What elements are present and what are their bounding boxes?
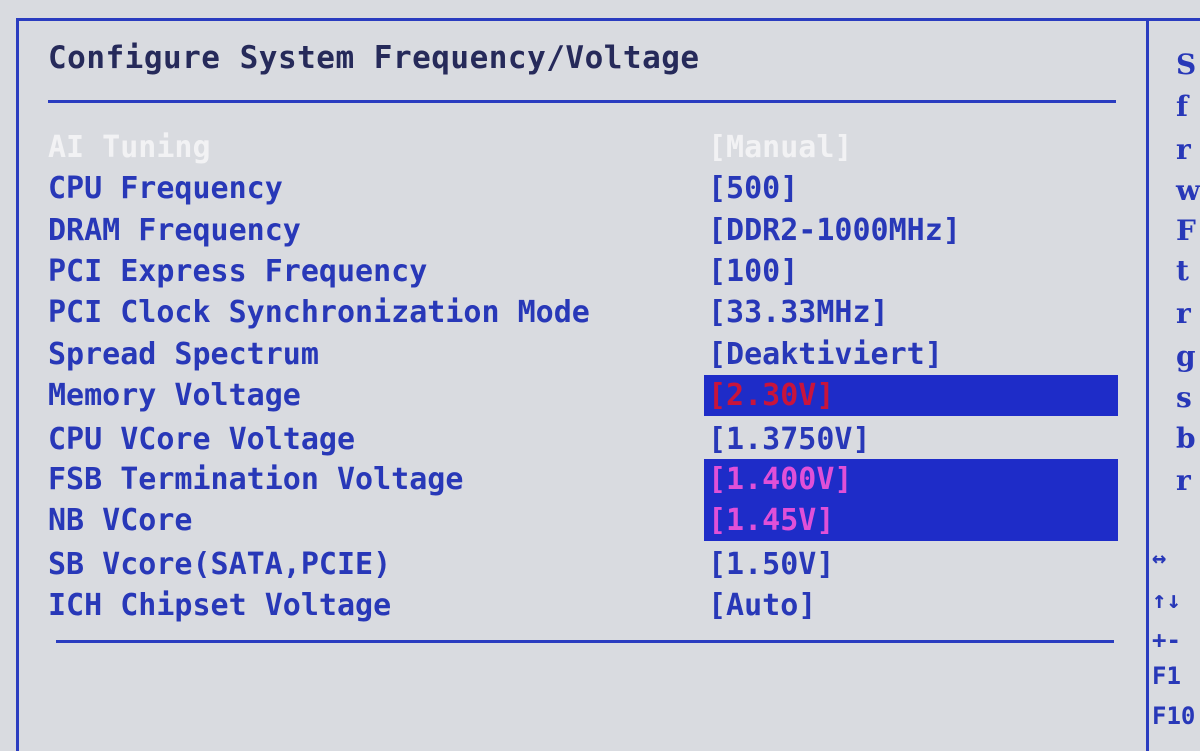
setting-value[interactable]: [1.50V] [708, 544, 834, 585]
page-title: Configure System Frequency/Voltage [48, 40, 700, 76]
setting-label: NB VCore [48, 503, 193, 538]
help-text-char: F [1176, 214, 1196, 247]
help-text-char: w [1176, 174, 1200, 207]
setting-label: PCI Express Frequency [48, 254, 428, 289]
bottom-divider [56, 640, 1114, 643]
setting-ai-tuning[interactable]: AI Tuning [Manual] [48, 127, 1118, 168]
help-text-char: g [1176, 340, 1196, 373]
setting-cpu-vcore-voltage[interactable]: CPU VCore Voltage [1.3750V] [48, 419, 1118, 460]
setting-cpu-frequency[interactable]: CPU Frequency [500] [48, 168, 1118, 209]
setting-pci-express-frequency[interactable]: PCI Express Frequency [100] [48, 251, 1118, 292]
setting-pci-clock-sync[interactable]: PCI Clock Synchronization Mode [33.33MHz… [48, 292, 1118, 333]
setting-value[interactable]: [1.400V] [708, 459, 853, 500]
setting-value[interactable]: [Deaktiviert] [708, 334, 943, 375]
nav-select-item-icon: ↑↓ [1152, 586, 1181, 614]
setting-label: CPU VCore Voltage [48, 422, 356, 457]
setting-value[interactable]: [100] [708, 251, 798, 292]
setting-sb-vcore[interactable]: SB Vcore(SATA,PCIE) [1.50V] [48, 544, 1118, 585]
help-text-char: r [1176, 297, 1191, 330]
help-text-char: t [1176, 254, 1189, 287]
setting-fsb-termination-voltage[interactable]: FSB Termination Voltage [1.400V] [48, 459, 1118, 500]
setting-value[interactable]: [500] [708, 168, 798, 209]
setting-memory-voltage[interactable]: Memory Voltage [2.30V] [48, 375, 1118, 416]
setting-label: FSB Termination Voltage [48, 462, 464, 497]
setting-label: DRAM Frequency [48, 213, 301, 248]
setting-dram-frequency[interactable]: DRAM Frequency [DDR2-1000MHz] [48, 210, 1118, 251]
help-text-char: r [1176, 464, 1191, 497]
setting-nb-vcore[interactable]: NB VCore [1.45V] [48, 500, 1118, 541]
setting-label: PCI Clock Synchronization Mode [48, 295, 590, 330]
setting-value[interactable]: [1.45V] [708, 500, 834, 541]
setting-label: CPU Frequency [48, 171, 283, 206]
help-text-char: r [1176, 133, 1191, 166]
help-text-char: f [1176, 90, 1189, 123]
nav-save-exit-key: F10 [1152, 702, 1196, 730]
help-text-char: S [1176, 48, 1197, 81]
setting-ich-chipset-voltage[interactable]: ICH Chipset Voltage [Auto] [48, 585, 1118, 626]
help-text-char: s [1176, 381, 1192, 414]
setting-value[interactable]: [Manual] [708, 127, 853, 168]
setting-spread-spectrum[interactable]: Spread Spectrum [Deaktiviert] [48, 334, 1118, 375]
setting-label: Memory Voltage [48, 378, 301, 413]
help-text-char: b [1176, 422, 1196, 455]
setting-label: AI Tuning [48, 130, 211, 165]
setting-value[interactable]: [33.33MHz] [708, 292, 889, 333]
nav-select-screen-icon: ↔ [1152, 544, 1167, 572]
setting-value[interactable]: [1.3750V] [708, 419, 871, 460]
setting-label: Spread Spectrum [48, 337, 319, 372]
setting-value[interactable]: [2.30V] [708, 375, 834, 416]
setting-label: SB Vcore(SATA,PCIE) [48, 547, 392, 582]
title-divider [48, 100, 1116, 103]
setting-value[interactable]: [DDR2-1000MHz] [708, 210, 961, 251]
setting-value[interactable]: [Auto] [708, 585, 816, 626]
nav-change-value-key: +- [1152, 626, 1181, 654]
setting-label: ICH Chipset Voltage [48, 588, 392, 623]
nav-help-key: F1 [1152, 662, 1181, 690]
